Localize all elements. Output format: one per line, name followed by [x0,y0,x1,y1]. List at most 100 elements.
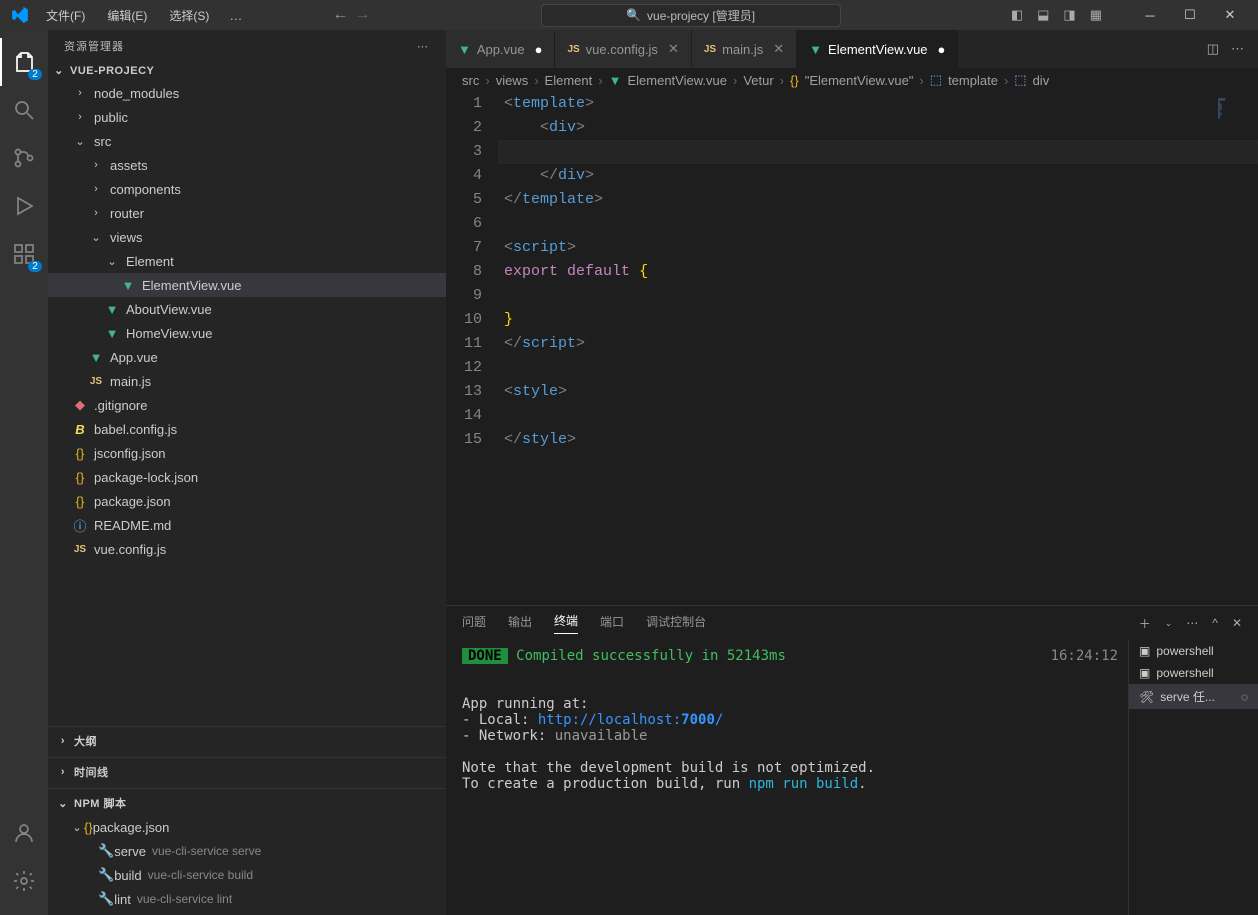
panel-tab[interactable]: 端口 [600,613,624,634]
tag-icon: ⬚ [930,72,942,88]
chevron-down-icon[interactable]: ⌄ [1165,618,1173,629]
nav-forward-icon[interactable]: → [354,6,370,24]
tree-folder[interactable]: ⌄views [48,225,446,249]
tree-file[interactable]: ▼App.vue [48,345,446,369]
editor-tab[interactable]: ▼ElementView.vue● [797,30,958,68]
nav-back-icon[interactable]: ← [332,6,348,24]
tree-folder[interactable]: ›public [48,105,446,129]
editor-tab[interactable]: ▼App.vue● [446,30,555,68]
tree-folder[interactable]: ⌄src [48,129,446,153]
breadcrumb-item[interactable]: template [948,73,998,88]
tree-file[interactable]: ⓘREADME.md [48,513,446,537]
tree-file[interactable]: JSvue.config.js [48,537,446,561]
tree-folder[interactable]: ⌄Element [48,249,446,273]
terminal-output[interactable]: 16:24:12 DONE Compiled successfully in 5… [446,640,1128,915]
layout-right-icon[interactable]: ◨ [1063,7,1075,23]
activity-account[interactable] [0,809,48,857]
terminal-shell-item[interactable]: ▣powershell [1129,640,1258,662]
new-terminal-icon[interactable]: ＋ [1139,615,1151,632]
js-icon: JS [704,44,716,55]
tree-label: router [110,206,144,221]
panel-more-icon[interactable]: ⋯ [1186,616,1198,630]
breadcrumb-item[interactable]: "ElementView.vue" [805,73,914,88]
menu-item[interactable]: 选择(S) [159,5,219,26]
npm-script-row[interactable]: 🔧lintvue-cli-service lint [52,887,442,911]
panel-tab[interactable]: 终端 [554,612,578,634]
close-icon[interactable]: ✕ [773,41,784,57]
terminal-shell-item[interactable]: ▣powershell [1129,662,1258,684]
panel-tab[interactable]: 输出 [508,613,532,634]
breadcrumb[interactable]: src›views›Element›▼ElementView.vue›Vetur… [446,68,1258,92]
menu-more[interactable]: … [219,6,252,25]
window-maximize-button[interactable]: ☐ [1170,0,1210,30]
menu-item[interactable]: 编辑(E) [97,5,157,26]
layout-left-icon[interactable]: ◧ [1011,7,1023,23]
npm-script-row[interactable]: 🔧buildvue-cli-service build [52,863,442,887]
activity-extensions[interactable]: 2 [0,230,48,278]
tree-folder[interactable]: ›assets [48,153,446,177]
vue-icon: ▼ [104,326,120,341]
tree-file[interactable]: JSmain.js [48,369,446,393]
timeline-section[interactable]: ›时间线 [52,762,442,784]
npm-script-row[interactable]: 🔧servevue-cli-service serve [52,839,442,863]
activity-search[interactable] [0,86,48,134]
folder-icon: › [88,207,104,219]
tree-label: babel.config.js [94,422,177,437]
split-editor-icon[interactable]: ◫ [1207,41,1219,57]
layout-customize-icon[interactable]: ▦ [1090,7,1102,23]
tree-file[interactable]: ▼HomeView.vue [48,321,446,345]
menu-item[interactable]: 文件(F) [36,5,95,26]
tree-file[interactable]: ▼AboutView.vue [48,297,446,321]
tree-file[interactable]: ◆.gitignore [48,393,446,417]
breadcrumb-item[interactable]: ElementView.vue [627,73,727,88]
editor-tab[interactable]: JSvue.config.js✕ [555,30,691,68]
sidebar-more-icon[interactable]: ⋯ [417,40,430,53]
activity-settings[interactable] [0,857,48,905]
minimap[interactable]: █████████████ [1218,98,1254,158]
project-root[interactable]: ⌄ VUE-PROJECY [48,62,446,81]
tree-label: App.vue [110,350,158,365]
tree-label: package-lock.json [94,470,198,485]
panel-tab[interactable]: 问题 [462,613,486,634]
npm-root-row[interactable]: ⌄ {} package.json [52,815,442,839]
code-editor[interactable]: 123456789101112131415 <template> <div> <… [446,92,1258,605]
layout-bottom-icon[interactable]: ⬓ [1037,7,1049,23]
outline-section[interactable]: ›大纲 [52,731,442,753]
npm-section[interactable]: ⌄NPM 脚本 [52,793,442,815]
breadcrumb-item[interactable]: src [462,73,479,88]
tree-file[interactable]: {}jsconfig.json [48,441,446,465]
tree-label: jsconfig.json [94,446,166,461]
timestamp: 16:24:12 [1051,648,1118,664]
close-icon[interactable]: ✕ [668,41,679,57]
extensions-badge: 2 [28,261,42,272]
activity-explorer[interactable]: 2 [0,38,48,86]
tree-file[interactable]: {}package-lock.json [48,465,446,489]
activity-run-debug[interactable] [0,182,48,230]
tree-file[interactable]: ▼ElementView.vue [48,273,446,297]
command-center-search[interactable]: 🔍 vue-projecy [管理员] [541,4,841,27]
panel-tab[interactable]: 调试控制台 [646,613,706,634]
tab-more-icon[interactable]: ⋯ [1231,41,1244,57]
tree-folder[interactable]: ›components [48,177,446,201]
tree-label: package.json [94,494,171,509]
tree-folder[interactable]: › router [48,201,446,225]
wrench-icon: 🔧 [98,843,114,859]
activity-scm[interactable] [0,134,48,182]
breadcrumb-item[interactable]: Element [545,73,593,88]
powershell-icon: ▣ [1139,666,1150,680]
window-minimize-button[interactable]: ─ [1130,0,1170,30]
tree-file[interactable]: {}package.json [48,489,446,513]
editor-tab[interactable]: JSmain.js✕ [692,30,797,68]
tree-folder[interactable]: ›node_modules [48,81,446,105]
breadcrumb-item[interactable]: Vetur [743,73,773,88]
panel-close-icon[interactable]: ✕ [1232,616,1242,630]
window-close-button[interactable]: ✕ [1210,0,1250,30]
breadcrumb-item[interactable]: div [1033,73,1050,88]
panel-maximize-icon[interactable]: ^ [1212,616,1218,630]
tree-label: src [94,134,111,149]
breadcrumb-item[interactable]: views [496,73,529,88]
terminal-shell-item[interactable]: 🛠serve 任...◌ [1129,684,1258,709]
tree-file[interactable]: Bbabel.config.js [48,417,446,441]
compile-msg: Compiled successfully in 52143ms [516,648,786,664]
js-icon: JS [88,376,104,387]
